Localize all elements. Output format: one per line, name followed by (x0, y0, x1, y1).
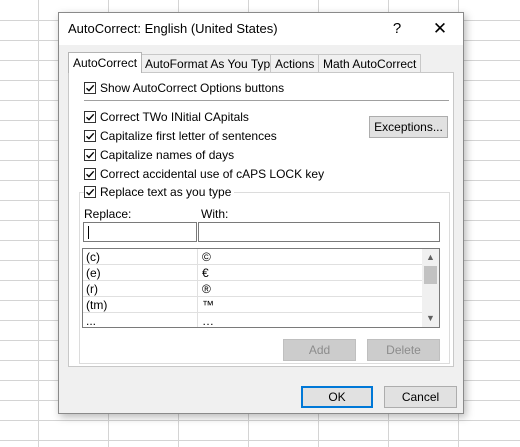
checkmark-icon (86, 151, 95, 159)
two-initial-caps-checkbox[interactable] (84, 111, 96, 123)
tab-actions[interactable]: Actions (270, 54, 320, 72)
exceptions-button[interactable]: Exceptions... (369, 116, 448, 138)
entry-with: © (202, 250, 211, 264)
replace-text-option[interactable]: Replace text as you type (84, 184, 235, 200)
capitalize-sentences-label: Capitalize first letter of sentences (100, 129, 277, 143)
caps-lock-checkbox[interactable] (84, 168, 96, 180)
replace-text-label: Replace text as you type (100, 185, 232, 199)
checkmark-icon (86, 132, 95, 140)
title-bar[interactable]: AutoCorrect: English (United States) ? ✕ (59, 13, 463, 45)
checkmark-icon (86, 170, 95, 178)
chevron-up-icon[interactable]: ▲ (422, 249, 439, 266)
checkmark-icon (86, 113, 95, 121)
show-options-buttons-label: Show AutoCorrect Options buttons (100, 81, 285, 95)
text-caret (88, 226, 89, 239)
tab-autoformat-as-you-type[interactable]: AutoFormat As You Type (140, 54, 282, 72)
entry-replace: (c) (86, 250, 100, 264)
list-item[interactable]: ... … (83, 313, 422, 328)
with-label: With: (201, 207, 229, 221)
two-initial-caps-option[interactable]: Correct TWo INitial CApitals (84, 109, 249, 125)
entry-replace: (r) (86, 282, 98, 296)
ok-button[interactable]: OK (301, 386, 373, 408)
list-item[interactable]: (r) ® (83, 281, 422, 297)
replace-text-checkbox[interactable] (84, 186, 96, 198)
checkmark-icon (86, 84, 95, 92)
two-initial-caps-label: Correct TWo INitial CApitals (100, 110, 249, 124)
caps-lock-option[interactable]: Correct accidental use of cAPS LOCK key (84, 166, 324, 182)
cancel-button[interactable]: Cancel (384, 386, 457, 408)
scroll-thumb[interactable] (424, 266, 437, 284)
show-options-buttons-checkbox[interactable] (84, 82, 96, 94)
caps-lock-label: Correct accidental use of cAPS LOCK key (100, 167, 325, 181)
tab-math-autocorrect[interactable]: Math AutoCorrect (318, 54, 422, 72)
replace-input[interactable] (83, 222, 197, 242)
list-item[interactable]: (e) € (83, 265, 422, 281)
show-options-buttons-option[interactable]: Show AutoCorrect Options buttons (84, 80, 284, 96)
tab-autocorrect[interactable]: AutoCorrect (68, 52, 143, 73)
entry-with: ™ (202, 298, 214, 312)
list-item[interactable]: (tm) ™ (83, 297, 422, 313)
dialog-title: AutoCorrect: English (United States) (68, 21, 278, 36)
checkmark-icon (86, 188, 95, 196)
entry-with: € (202, 266, 209, 280)
replace-label: Replace: (84, 207, 132, 221)
close-button[interactable]: ✕ (425, 18, 455, 40)
chevron-down-icon[interactable]: ▼ (422, 310, 439, 327)
separator (84, 100, 449, 101)
add-button[interactable]: Add (283, 339, 356, 361)
delete-button[interactable]: Delete (367, 339, 440, 361)
capitalize-days-label: Capitalize names of days (100, 148, 235, 162)
entry-with: ® (202, 282, 211, 296)
list-item[interactable]: (c) © (83, 249, 422, 265)
capitalize-days-option[interactable]: Capitalize names of days (84, 147, 234, 163)
autocorrect-entries-list[interactable]: (c) © (e) € (r) ® (tm) ™ ... … ▲ ▼ (82, 248, 440, 328)
entry-replace: (e) (86, 266, 101, 280)
capitalize-days-checkbox[interactable] (84, 149, 96, 161)
with-input[interactable] (198, 222, 440, 242)
capitalize-sentences-option[interactable]: Capitalize first letter of sentences (84, 128, 277, 144)
entry-replace: (tm) (86, 298, 108, 312)
entry-with: … (202, 314, 214, 328)
list-scrollbar[interactable]: ▲ ▼ (422, 249, 439, 327)
help-button[interactable]: ? (386, 18, 408, 40)
capitalize-sentences-checkbox[interactable] (84, 130, 96, 142)
entry-replace: ... (86, 314, 97, 328)
